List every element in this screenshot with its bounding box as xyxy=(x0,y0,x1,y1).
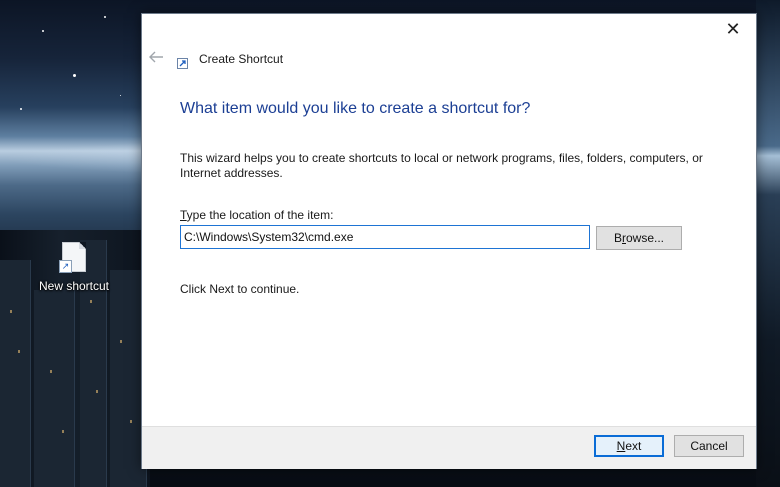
location-input[interactable] xyxy=(180,225,590,249)
next-button[interactable]: Next xyxy=(594,435,664,457)
location-label-accelerator: T xyxy=(180,208,187,222)
window-light xyxy=(120,340,122,343)
window-light xyxy=(50,370,52,373)
browse-label-post: owse... xyxy=(626,231,665,245)
desktop-icon-new-shortcut[interactable]: ↗ New shortcut xyxy=(30,242,118,293)
wizard-description: This wizard helps you to create shortcut… xyxy=(180,151,703,180)
building xyxy=(0,260,31,487)
title-bar: ✕ xyxy=(142,14,756,46)
back-arrow-icon[interactable] xyxy=(148,50,168,68)
window-light xyxy=(18,350,20,353)
shortcut-icon xyxy=(177,56,188,69)
wizard-heading: What item would you like to create a sho… xyxy=(180,100,531,117)
browse-button[interactable]: Browse... xyxy=(596,226,682,250)
window-light xyxy=(90,300,92,303)
star xyxy=(120,95,121,96)
window-light xyxy=(62,430,64,433)
browse-label-pre: B xyxy=(613,231,622,245)
continue-hint: Click Next to continue. xyxy=(180,282,300,296)
window-light xyxy=(130,420,132,423)
location-label-text: ype the location of the item: xyxy=(186,208,334,222)
dialog-title: Create Shortcut xyxy=(199,52,284,66)
building xyxy=(34,290,75,487)
background-right-strip xyxy=(756,0,780,487)
window-light xyxy=(10,310,12,313)
desktop-icon-label: New shortcut xyxy=(38,279,110,293)
window-light xyxy=(96,390,98,393)
star xyxy=(73,74,76,77)
star xyxy=(20,108,22,110)
star xyxy=(104,16,106,18)
shortcut-arrow-icon: ↗ xyxy=(59,260,72,273)
cancel-button[interactable]: Cancel xyxy=(674,435,744,457)
next-label-text: ext xyxy=(625,439,642,453)
star xyxy=(42,30,44,32)
close-icon: ✕ xyxy=(725,19,741,39)
shortcut-file-icon: ↗ xyxy=(59,242,86,273)
location-label: Type the location of the item: xyxy=(180,208,333,222)
create-shortcut-dialog: ✕ Create Shortcut What item would you li… xyxy=(141,13,757,469)
close-button[interactable]: ✕ xyxy=(710,14,756,44)
dialog-footer: Next Cancel xyxy=(142,426,756,469)
